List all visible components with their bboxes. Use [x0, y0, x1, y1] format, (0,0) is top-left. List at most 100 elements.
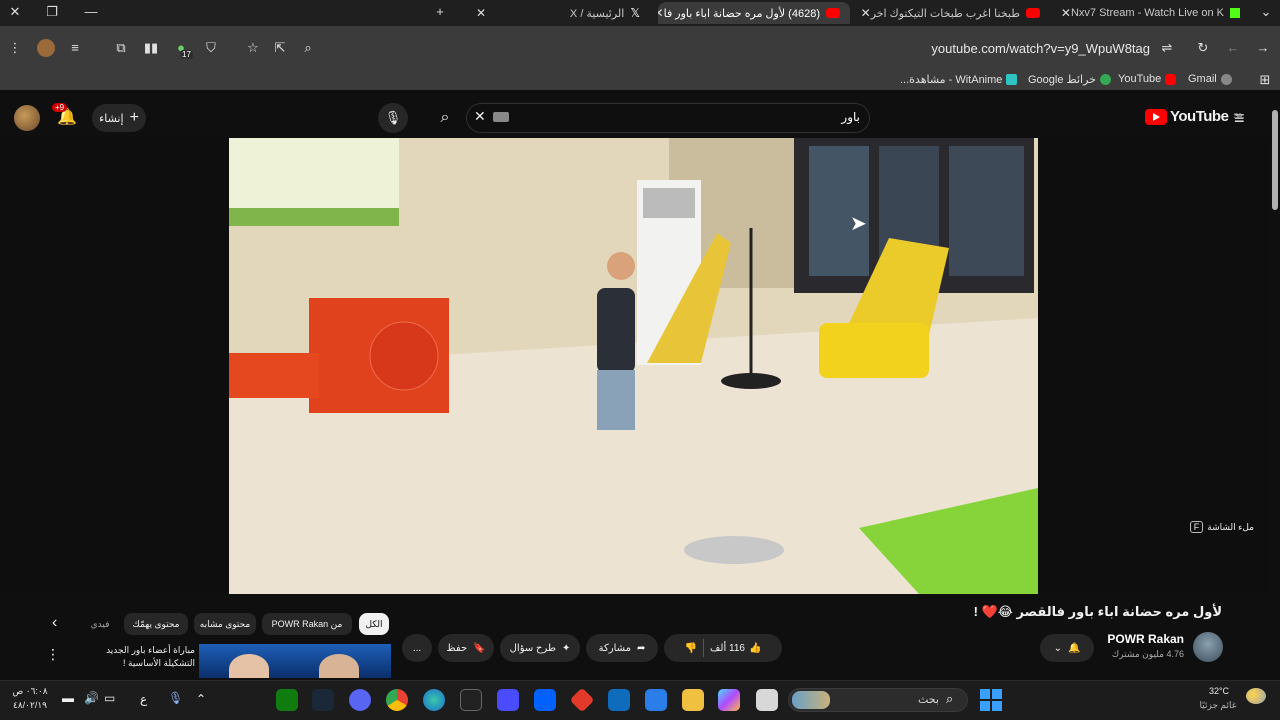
- volume-icon[interactable]: 🔊: [84, 691, 99, 705]
- video-title: لأول مره حضانة اباء باور فالقصر 😂❤️ !: [973, 604, 1222, 619]
- subscribe-notify-button[interactable]: 🔔 ⌄: [1040, 634, 1094, 662]
- new-tab-button[interactable]: +: [430, 4, 450, 19]
- extensions-icon[interactable]: ⧉: [112, 39, 130, 57]
- steam-icon[interactable]: [312, 689, 334, 711]
- reload-icon[interactable]: ↻: [1194, 39, 1212, 57]
- file-icon[interactable]: [756, 689, 778, 711]
- extension-icon[interactable]: ▮▮: [142, 39, 160, 57]
- weather-icon: [1246, 688, 1266, 704]
- close-tab-icon[interactable]: ✕: [658, 6, 664, 20]
- language-indicator[interactable]: ع: [140, 692, 147, 706]
- kick-icon: [1230, 8, 1240, 18]
- mic-icon: 🎙: [384, 110, 402, 125]
- ask-label: طرح سؤال: [509, 642, 556, 654]
- video-player[interactable]: [229, 138, 1038, 594]
- chip-from-channel[interactable]: من POWR Rakan: [262, 613, 352, 635]
- more-vert-icon[interactable]: ⋮: [46, 646, 60, 663]
- create-button[interactable]: إنشاء +: [92, 104, 146, 132]
- close-tab-icon[interactable]: ✕: [860, 6, 871, 20]
- share-label: مشاركة: [598, 642, 631, 654]
- scrollbar-thumb[interactable]: [1272, 110, 1278, 210]
- search-highlight-icon: [792, 691, 830, 709]
- mic-icon[interactable]: 🎙: [168, 691, 183, 705]
- chrome-icon[interactable]: [386, 689, 408, 711]
- youtube-logo[interactable]: YouTube SA: [1145, 108, 1242, 125]
- restore-window-icon[interactable]: ❐: [42, 4, 62, 20]
- xbox-icon[interactable]: [276, 689, 298, 711]
- start-button[interactable]: [980, 689, 1002, 711]
- close-tab-icon[interactable]: ✕: [470, 6, 486, 20]
- clear-search-icon[interactable]: ✕: [474, 108, 486, 125]
- battery-icon[interactable]: ▬: [62, 691, 74, 705]
- tab-search-icon[interactable]: ⌄: [1256, 4, 1276, 20]
- minimize-window-icon[interactable]: —: [81, 4, 101, 19]
- ask-button[interactable]: ✦ طرح سؤال: [500, 634, 580, 662]
- share-button[interactable]: ➦ مشاركة: [586, 634, 658, 662]
- store-icon[interactable]: [645, 689, 667, 711]
- tab-youtube-active[interactable]: (4628) لأول مره حضانة اباء باور فا ✕: [658, 2, 850, 24]
- bookmark-maps[interactable]: خرائط Google: [1028, 73, 1111, 86]
- profile-avatar[interactable]: [37, 39, 55, 57]
- chip-all[interactable]: الكل: [359, 613, 389, 635]
- create-label: إنشاء: [99, 112, 124, 125]
- weather-temp: 32°C: [1208, 686, 1230, 696]
- copilot-icon[interactable]: [718, 689, 740, 711]
- back-icon[interactable]: →: [1254, 39, 1272, 57]
- site-settings-icon[interactable]: ⇌: [1158, 39, 1176, 57]
- share-icon[interactable]: ⇱: [271, 39, 289, 57]
- file-explorer-icon[interactable]: [682, 689, 704, 711]
- chip-videos[interactable]: فيدي: [82, 613, 118, 635]
- edge-icon[interactable]: [423, 689, 445, 711]
- close-window-icon[interactable]: ✕: [5, 4, 25, 20]
- address-bar[interactable]: youtube.com/watch?v=y9_WpuW8tag: [931, 41, 1150, 56]
- maps-icon: [1099, 74, 1111, 85]
- clock-date[interactable]: ٤٨/٠٢/١٩: [8, 700, 52, 711]
- start-icon-tile: [992, 689, 1002, 699]
- tab-kick[interactable]: Nxv7 Stream - Watch Live on K ✕: [1060, 2, 1250, 24]
- start-icon-tile: [980, 689, 990, 699]
- clock-time[interactable]: ٠٦:٠٨ ص: [8, 686, 52, 697]
- zoom-icon[interactable]: ⌕: [299, 39, 317, 57]
- channel-avatar[interactable]: [1193, 632, 1223, 662]
- fullscreen-hint[interactable]: ملء الشاشة F: [1189, 521, 1254, 533]
- like-button[interactable]: 👍 116 ألف: [710, 643, 761, 654]
- dropbox-icon[interactable]: [534, 689, 556, 711]
- save-button[interactable]: 🔖 حفظ: [438, 634, 494, 662]
- chip-for-you[interactable]: محتوى يهمّك: [124, 613, 188, 635]
- bookmark-star-icon[interactable]: ☆: [244, 39, 262, 57]
- bookmark-witanime[interactable]: WitAnime - مشاهدة...: [900, 73, 1018, 86]
- bookmark-youtube[interactable]: YouTube: [1118, 73, 1177, 85]
- more-actions-button[interactable]: ...: [402, 634, 432, 662]
- shield-icon[interactable]: ⛉: [202, 39, 220, 57]
- video-frame: [229, 138, 1038, 594]
- bookmark-gmail[interactable]: Gmail: [1188, 73, 1232, 85]
- voice-search-button[interactable]: 🎙: [378, 103, 408, 133]
- close-tab-icon[interactable]: ✕: [1060, 6, 1071, 20]
- like-count: 116 ألف: [710, 642, 745, 654]
- tab-x[interactable]: 𝕏 الرئيسية / X ✕: [460, 2, 650, 24]
- notifications-button[interactable]: 🔔 +9: [52, 103, 78, 129]
- media-controls-icon[interactable]: ≡: [66, 39, 84, 57]
- channel-name[interactable]: POWR Rakan: [1107, 632, 1184, 646]
- search-input[interactable]: [466, 103, 870, 133]
- keyboard-icon[interactable]: [493, 112, 509, 122]
- tray-chevron-up-icon[interactable]: ⌃: [196, 692, 206, 706]
- fullscreen-label: ملء الشاشة: [1207, 521, 1254, 532]
- chip-related[interactable]: محتوى مشابه: [194, 613, 256, 635]
- recommended-thumbnail[interactable]: [199, 644, 391, 678]
- display-icon[interactable]: ▭: [104, 691, 115, 705]
- account-avatar[interactable]: [14, 105, 40, 131]
- forward-icon[interactable]: ←: [1224, 39, 1242, 57]
- outlook-icon[interactable]: [608, 689, 630, 711]
- tab-title: طبخنا اغرب طبخات التيكتوك اخر: [870, 7, 1020, 20]
- discord-icon[interactable]: [349, 689, 371, 711]
- chevron-left-icon[interactable]: ‹: [52, 614, 57, 632]
- epic-games-icon[interactable]: [460, 689, 482, 711]
- apps-icon[interactable]: ⊞: [1256, 71, 1274, 89]
- dislike-button[interactable]: 👎: [685, 643, 697, 654]
- app-icon[interactable]: [497, 689, 519, 711]
- recommended-title[interactable]: مباراة أعضاء باور الجديد التشكيلة الأساس…: [75, 644, 195, 670]
- menu-icon[interactable]: ⋮: [6, 39, 24, 57]
- search-button[interactable]: ⌕: [426, 103, 464, 133]
- tab-youtube-cooking[interactable]: طبخنا اغرب طبخات التيكتوك اخر ✕: [860, 2, 1050, 24]
